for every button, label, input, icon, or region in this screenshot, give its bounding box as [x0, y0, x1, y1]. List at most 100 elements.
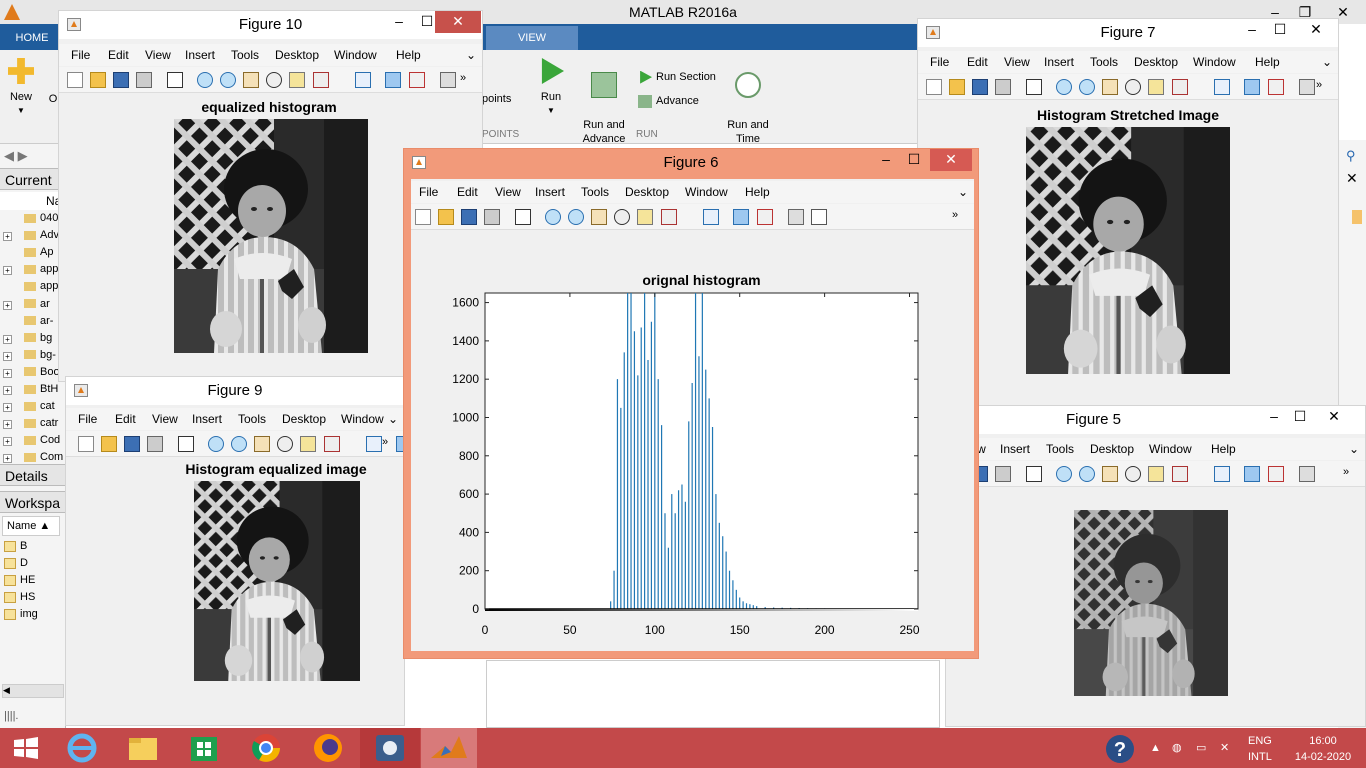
search-icon[interactable]: ⚲: [1346, 148, 1356, 164]
close-button[interactable]: ✕: [435, 11, 481, 33]
folder-list-item[interactable]: + BtH: [0, 383, 66, 400]
menu-desktop[interactable]: Desktop: [1090, 442, 1134, 456]
expand-icon[interactable]: +: [3, 300, 12, 310]
workspace-variable[interactable]: D: [0, 557, 66, 574]
colorbar-icon[interactable]: [385, 72, 401, 88]
menu-overflow-icon[interactable]: ⌄: [1322, 55, 1332, 69]
expand-icon[interactable]: +: [3, 266, 12, 276]
menu-desktop[interactable]: Desktop: [275, 48, 319, 62]
name-column-header[interactable]: Na: [0, 192, 66, 210]
close-panel-icon[interactable]: ✕: [1346, 170, 1358, 187]
expand-icon[interactable]: +: [3, 334, 12, 344]
hide-tools-icon[interactable]: [1299, 466, 1315, 482]
link-icon[interactable]: [1214, 466, 1230, 482]
menu-edit[interactable]: Edit: [115, 412, 136, 426]
workspace-variable[interactable]: HS: [0, 591, 66, 608]
save-icon[interactable]: [113, 72, 129, 88]
hide-tools-icon[interactable]: [788, 209, 804, 225]
close-button[interactable]: ✕: [1320, 406, 1348, 428]
pointer-icon[interactable]: [178, 436, 194, 452]
pan-icon[interactable]: [1102, 466, 1118, 482]
print-icon[interactable]: [995, 79, 1011, 95]
menu-desktop[interactable]: Desktop: [1134, 55, 1178, 69]
menu-help[interactable]: Help: [745, 185, 770, 199]
folder-list-item[interactable]: 040: [0, 212, 66, 229]
close-button[interactable]: ✕: [930, 149, 972, 171]
colorbar-icon[interactable]: [1244, 79, 1260, 95]
menu-window[interactable]: Window: [341, 412, 384, 426]
zoom-in-icon[interactable]: [197, 72, 213, 88]
run-and-time-button[interactable]: Run and Time: [722, 58, 774, 146]
clock[interactable]: 16:00 14-02-2020: [1290, 734, 1356, 764]
menu-view[interactable]: View: [152, 412, 178, 426]
print-icon[interactable]: [136, 72, 152, 88]
folder-list-item[interactable]: + Boo: [0, 366, 66, 383]
menu-overflow-icon[interactable]: ⌄: [1349, 442, 1359, 456]
menu-help[interactable]: Help: [1255, 55, 1280, 69]
folder-list-item[interactable]: + catr: [0, 417, 66, 434]
rotate-icon[interactable]: [614, 209, 630, 225]
minimize-button[interactable]: –: [1238, 19, 1266, 41]
hide-tools-icon[interactable]: [1299, 79, 1315, 95]
figure-5-window[interactable]: Figure 5 – ☐ ✕ FileEditViewInsertToolsDe…: [945, 405, 1366, 727]
figure-6-titlebar[interactable]: Figure 6 – ☐ ✕: [404, 149, 978, 177]
toolbar-overflow-icon[interactable]: »: [382, 436, 398, 452]
toolbar-overflow-icon[interactable]: »: [460, 72, 476, 88]
menu-tools[interactable]: Tools: [231, 48, 259, 62]
breakpoints-button[interactable]: points: [482, 92, 518, 106]
menu-insert[interactable]: Insert: [192, 412, 222, 426]
dock-icon[interactable]: [811, 209, 827, 225]
menu-tools[interactable]: Tools: [238, 412, 266, 426]
figure-9-titlebar[interactable]: Figure 9: [66, 377, 404, 405]
save-icon[interactable]: [124, 436, 140, 452]
link-icon[interactable]: [703, 209, 719, 225]
workspace-variable[interactable]: img: [0, 608, 66, 625]
zoom-out-icon[interactable]: [1079, 466, 1095, 482]
save-icon[interactable]: [461, 209, 477, 225]
link-icon[interactable]: [366, 436, 382, 452]
brush-icon[interactable]: [1172, 79, 1188, 95]
tab-home[interactable]: HOME: [0, 26, 64, 50]
menu-file[interactable]: File: [71, 48, 90, 62]
pan-icon[interactable]: [1102, 79, 1118, 95]
menu-tools[interactable]: Tools: [1090, 55, 1118, 69]
new-figure-icon[interactable]: [78, 436, 94, 452]
zoom-in-icon[interactable]: [208, 436, 224, 452]
colorbar-icon[interactable]: [1244, 466, 1260, 482]
workspace-variable[interactable]: B: [0, 540, 66, 557]
link-icon[interactable]: [355, 72, 371, 88]
expand-icon[interactable]: +: [3, 454, 12, 464]
tray-volume-icon[interactable]: ✕: [1220, 741, 1229, 755]
figure-10-titlebar[interactable]: Figure 10 – ☐ ✕: [59, 11, 482, 39]
maximize-button[interactable]: ☐: [900, 149, 928, 171]
menu-edit[interactable]: Edit: [457, 185, 478, 199]
data-cursor-icon[interactable]: [300, 436, 316, 452]
nav-arrows[interactable]: ◀ ▶: [4, 148, 28, 164]
open-icon[interactable]: [90, 72, 106, 88]
expand-icon[interactable]: +: [3, 386, 12, 395]
legend-icon[interactable]: [1268, 79, 1284, 95]
close-button[interactable]: ✕: [1302, 19, 1330, 41]
legend-icon[interactable]: [1268, 466, 1284, 482]
tab-view[interactable]: VIEW: [486, 26, 578, 50]
data-cursor-icon[interactable]: [1148, 79, 1164, 95]
run-button[interactable]: Run ▼: [532, 58, 570, 118]
rotate-icon[interactable]: [277, 436, 293, 452]
minimize-button[interactable]: –: [872, 149, 900, 171]
menu-view[interactable]: View: [145, 48, 171, 62]
workspace-header[interactable]: Workspa: [0, 491, 66, 513]
menu-insert[interactable]: Insert: [1000, 442, 1030, 456]
tray-network-icon[interactable]: ◍: [1172, 741, 1182, 755]
advance-button[interactable]: Advance: [638, 94, 699, 108]
expand-icon[interactable]: +: [3, 437, 12, 447]
menu-window[interactable]: Window: [685, 185, 728, 199]
tray-monitor-icon[interactable]: ▭: [1196, 741, 1206, 755]
expand-icon[interactable]: +: [3, 403, 12, 413]
new-figure-icon[interactable]: [415, 209, 431, 225]
data-cursor-icon[interactable]: [289, 72, 305, 88]
pan-icon[interactable]: [243, 72, 259, 88]
link-icon[interactable]: [1214, 79, 1230, 95]
data-cursor-icon[interactable]: [637, 209, 653, 225]
maximize-button[interactable]: ☐: [1266, 19, 1294, 41]
new-figure-icon[interactable]: [67, 72, 83, 88]
